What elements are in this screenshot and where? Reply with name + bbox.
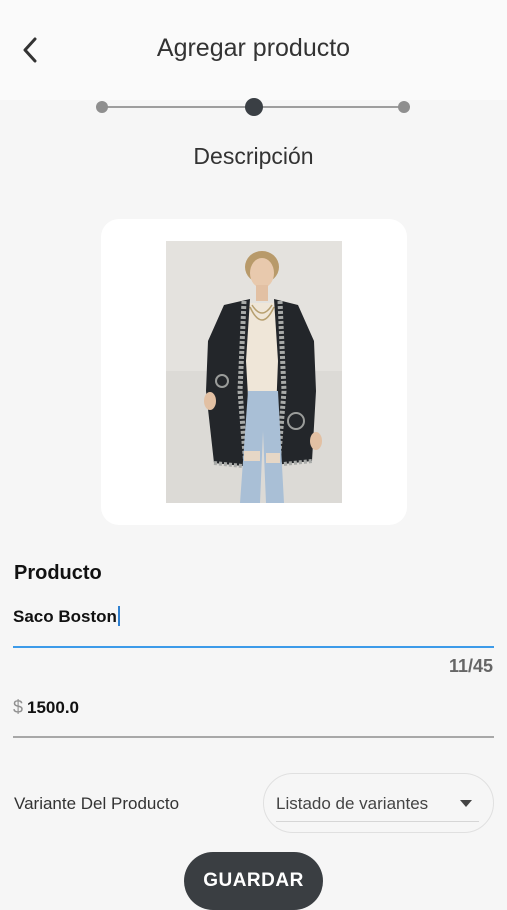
- dropdown-arrow-icon: [460, 800, 472, 807]
- product-image-card[interactable]: [101, 219, 407, 525]
- text-caret: [117, 606, 120, 626]
- character-counter: 11/45: [448, 656, 493, 676]
- price-value: 1500.0: [27, 698, 79, 717]
- variant-label: Variante Del Producto: [14, 794, 180, 813]
- page-title: Agregar producto: [156, 34, 351, 62]
- product-field-label: Producto: [14, 562, 102, 584]
- product-photo: [166, 241, 342, 503]
- product-name-text: Saco Boston: [13, 607, 117, 626]
- step-1-dot: [96, 101, 108, 113]
- save-button[interactable]: GUARDAR: [184, 852, 323, 910]
- price-input[interactable]: $ 1500.0: [13, 690, 494, 738]
- step-2-dot-active: [245, 98, 263, 116]
- step-3-dot: [398, 101, 410, 113]
- app-bar: Agregar producto: [0, 0, 507, 100]
- step-label: Descripción: [193, 143, 314, 169]
- variant-dropdown[interactable]: Listado de variantes: [263, 773, 494, 833]
- product-name-input[interactable]: Saco Boston: [13, 600, 494, 648]
- product-name-value: Saco Boston: [13, 606, 120, 627]
- currency-prefix: $: [13, 697, 24, 717]
- variant-dropdown-placeholder: Listado de variantes: [276, 794, 429, 813]
- progress-stepper: [96, 96, 414, 118]
- dropdown-underline: [276, 821, 479, 822]
